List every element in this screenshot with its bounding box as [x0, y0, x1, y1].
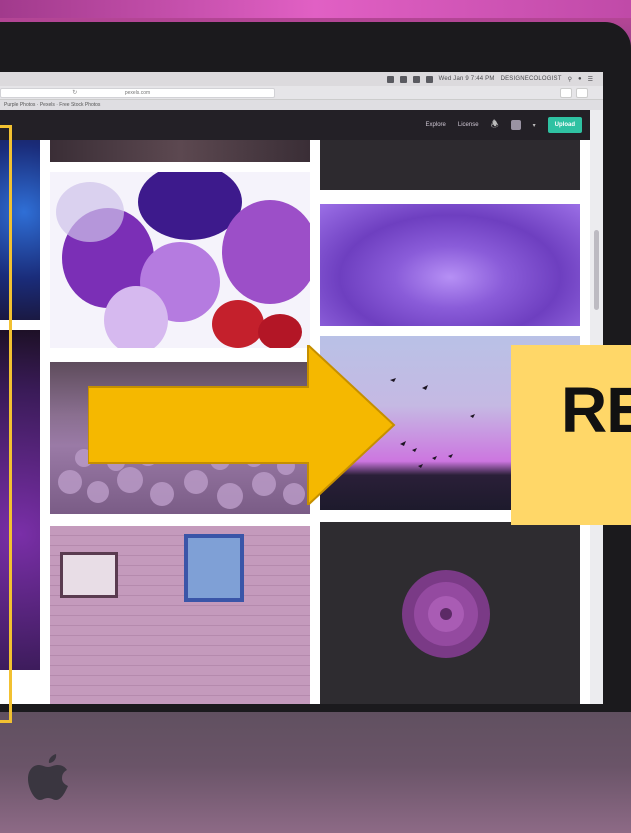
photo-purple-dahlia[interactable] [320, 522, 580, 704]
pexels-header: Explore License 🕭 ▾ Upload [0, 110, 590, 140]
menubar-user[interactable]: DESIGNECOLOGIST [501, 76, 562, 82]
browser-toolbar: pexels.com ↻ [0, 86, 603, 100]
title-card: RE [511, 345, 631, 525]
reload-icon[interactable]: ↻ [72, 89, 203, 96]
highlight-frame [0, 125, 12, 723]
tabs-button[interactable] [576, 88, 588, 98]
menu-list-icon[interactable]: ☰ [588, 76, 593, 83]
title-card-text: RE [561, 374, 631, 446]
wifi-icon[interactable] [425, 75, 433, 83]
spotlight-search-icon[interactable]: ⚲ [568, 76, 572, 83]
menubar-icon[interactable] [412, 75, 420, 83]
photo-purple-water-ripple[interactable] [320, 204, 580, 326]
mac-menubar: Wed Jan 9 7:44 PM DESIGNECOLOGIST ⚲ ● ☰ [0, 72, 603, 86]
menubar-icon[interactable] [399, 75, 407, 83]
photo-dark-right-top[interactable] [320, 140, 580, 190]
house-window-left [60, 552, 118, 598]
avatar[interactable] [510, 120, 521, 130]
apple-logo-icon [28, 754, 68, 800]
siri-icon[interactable]: ● [578, 76, 582, 82]
browser-tab[interactable]: Purple Photos · Pexels · Free Stock Phot… [0, 100, 603, 110]
pink-background-rim [0, 0, 631, 18]
dahlia-graphic [402, 570, 490, 658]
photo-purple-balloons[interactable] [50, 172, 310, 348]
address-bar[interactable]: pexels.com ↻ [0, 88, 275, 98]
nav-explore[interactable]: Explore [426, 122, 446, 128]
bell-icon[interactable]: 🕭 [491, 117, 499, 133]
nav-license[interactable]: License [458, 122, 479, 128]
right-arrow-icon [88, 345, 396, 505]
upload-button[interactable]: Upload [547, 117, 582, 133]
balloons-graphic [56, 172, 310, 348]
menubar-icon[interactable] [386, 75, 394, 83]
chevron-down-icon[interactable]: ▾ [533, 122, 536, 129]
photo-pink-wooden-house[interactable] [50, 526, 310, 704]
photo-dark-top[interactable] [50, 140, 310, 162]
scrollbar-thumb[interactable] [594, 230, 599, 310]
house-window-right [184, 534, 244, 602]
menubar-clock[interactable]: Wed Jan 9 7:44 PM [439, 76, 495, 82]
share-button[interactable] [560, 88, 572, 98]
